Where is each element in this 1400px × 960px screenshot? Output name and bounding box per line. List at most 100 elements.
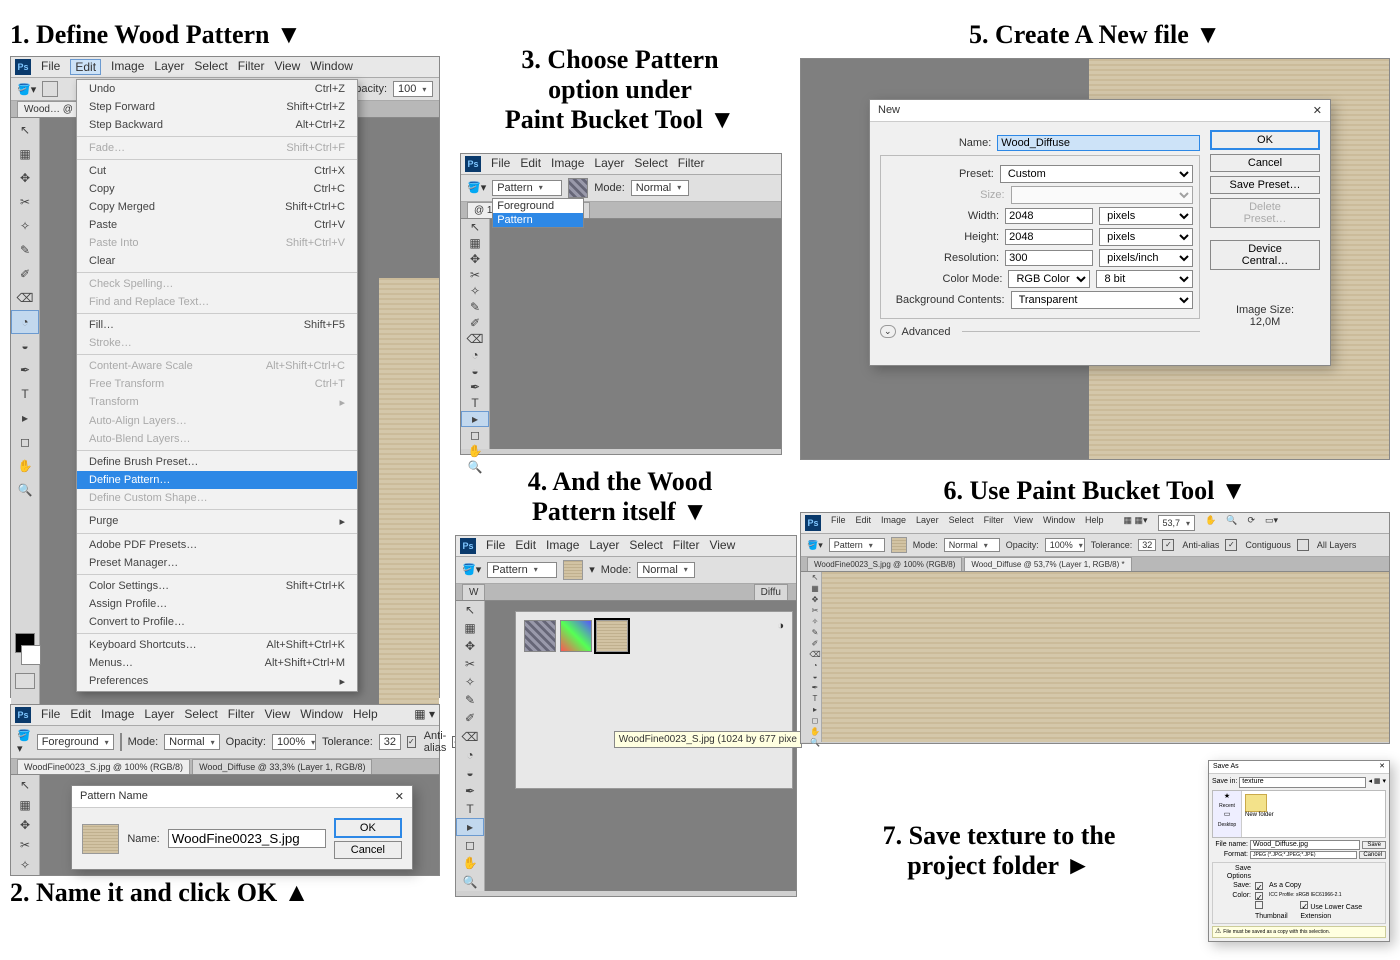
filename-input[interactable]: Wood_Diffuse.jpg: [1250, 840, 1360, 850]
name-input[interactable]: [997, 135, 1200, 151]
doc-tab-2[interactable]: Diffu: [754, 584, 788, 600]
tool-button[interactable]: 🔍: [461, 459, 489, 475]
menu-image[interactable]: Image: [101, 707, 134, 723]
tool-button[interactable]: ✐: [11, 262, 39, 286]
tool-button[interactable]: T: [456, 800, 484, 818]
pattern-thumb-1[interactable]: [524, 620, 556, 652]
bitdepth-select[interactable]: 8 bit: [1096, 270, 1193, 288]
menu-item[interactable]: Preferences▸: [77, 672, 357, 691]
pattern-thumb-2[interactable]: [560, 620, 592, 652]
ok-button[interactable]: OK: [1210, 130, 1320, 150]
tool-button[interactable]: ▦: [461, 235, 489, 251]
menu-edit[interactable]: Edit: [70, 707, 91, 723]
tool-button[interactable]: ✥: [461, 251, 489, 267]
menu-filter[interactable]: Filter: [238, 59, 265, 75]
resolution-input[interactable]: [1005, 250, 1093, 266]
menu-layer[interactable]: Layer: [594, 156, 624, 172]
hand-icon[interactable]: ✋: [1205, 515, 1216, 531]
menu-image[interactable]: Image: [111, 59, 144, 75]
panel-menu-icon[interactable]: ◑: [777, 620, 784, 652]
pattern-thumb-wood[interactable]: [596, 620, 628, 652]
tool-button[interactable]: ✥: [11, 815, 39, 835]
name-input[interactable]: [168, 829, 326, 848]
menu-file[interactable]: File: [831, 515, 846, 531]
menu-item[interactable]: Purge▸: [77, 512, 357, 531]
menu-file[interactable]: File: [486, 538, 505, 554]
menu-view[interactable]: View: [1014, 515, 1033, 531]
menu-file[interactable]: File: [491, 156, 510, 172]
opacity-field[interactable]: 100%: [1045, 538, 1085, 552]
tool-button[interactable]: ✎: [461, 299, 489, 315]
mode-select[interactable]: Normal: [631, 180, 689, 196]
device-central-button[interactable]: Device Central…: [1210, 240, 1320, 270]
tool-button[interactable]: ▸: [11, 406, 39, 430]
tool-button[interactable]: ↖: [11, 775, 39, 795]
bgcontents-select[interactable]: Transparent: [1011, 291, 1193, 309]
tolerance-field[interactable]: 32: [379, 734, 401, 750]
tool-button[interactable]: ◻: [456, 836, 484, 854]
tool-button[interactable]: ▦: [456, 619, 484, 637]
tool-button[interactable]: ◔: [456, 746, 484, 764]
cancel-button[interactable]: Cancel: [334, 841, 402, 859]
menu-filter[interactable]: Filter: [984, 515, 1004, 531]
menu-item[interactable]: Menus…Alt+Shift+Ctrl+M: [77, 654, 357, 672]
width-input[interactable]: [1005, 208, 1093, 224]
tool-button[interactable]: ⌫: [461, 331, 489, 347]
doc-tab-1[interactable]: WoodFine0023_S.jpg @ 100% (RGB/8): [807, 557, 962, 571]
pattern-swatch[interactable]: [568, 178, 588, 198]
menu-select[interactable]: Select: [194, 59, 227, 75]
tool-button[interactable]: ◒: [456, 764, 484, 782]
tool-button[interactable]: ✐: [456, 709, 484, 727]
bucket-icon[interactable]: 🪣▾: [462, 563, 481, 576]
menu-item[interactable]: Adobe PDF Presets…: [77, 536, 357, 554]
tool-button[interactable]: ◒: [461, 363, 489, 379]
tool-button[interactable]: T: [11, 382, 39, 406]
menu-item[interactable]: Convert to Profile…: [77, 613, 357, 631]
doc-tab-1[interactable]: WoodFine0023_S.jpg @ 100% (RGB/8): [17, 759, 190, 774]
menu-item[interactable]: Fill…Shift+F5: [77, 316, 357, 334]
tool-button[interactable]: 🔍: [456, 873, 484, 891]
tool-button[interactable]: ✧: [11, 214, 39, 238]
fill-select[interactable]: Pattern: [487, 562, 557, 578]
menu-item[interactable]: Copy MergedShift+Ctrl+C: [77, 198, 357, 216]
menu-image[interactable]: Image: [881, 515, 906, 531]
menu-item[interactable]: Step BackwardAlt+Ctrl+Z: [77, 116, 357, 134]
tool-button[interactable]: ◒: [11, 334, 39, 358]
menu-layer[interactable]: Layer: [589, 538, 619, 554]
menu-filter[interactable]: Filter: [678, 156, 705, 172]
menu-image[interactable]: Image: [551, 156, 584, 172]
menu-select[interactable]: Select: [629, 538, 662, 554]
tool-button[interactable]: ◻: [461, 427, 489, 443]
tool-button[interactable]: 🔍: [11, 478, 39, 502]
close-icon[interactable]: ✕: [1379, 763, 1385, 771]
menu-layer[interactable]: Layer: [154, 59, 184, 75]
bucket-icon[interactable]: 🪣▾: [467, 181, 486, 194]
tool-button[interactable]: ✧: [11, 855, 39, 875]
menu-item[interactable]: CutCtrl+X: [77, 162, 357, 180]
menu-item[interactable]: CopyCtrl+C: [77, 180, 357, 198]
menu-window[interactable]: Window: [310, 59, 353, 75]
zoom-field[interactable]: 53,7: [1158, 515, 1196, 531]
menu-edit[interactable]: Edit: [520, 156, 541, 172]
screen-icon[interactable]: ▭▾: [1265, 515, 1278, 531]
pattern-swatch[interactable]: [891, 537, 907, 553]
antialias-checkbox[interactable]: ✓: [407, 736, 416, 748]
menu-file[interactable]: File: [41, 707, 60, 723]
tool-button[interactable]: ↖: [461, 219, 489, 235]
fill-option-pattern[interactable]: Pattern: [493, 213, 583, 227]
alllayers-checkbox[interactable]: [1297, 539, 1309, 551]
menu-view[interactable]: View: [264, 707, 290, 723]
menu-window[interactable]: Window: [300, 707, 343, 723]
tool-button[interactable]: ✥: [456, 637, 484, 655]
menu-select[interactable]: Select: [949, 515, 974, 531]
tool-button[interactable]: ▸: [456, 818, 484, 836]
tool-button[interactable]: ✎: [11, 238, 39, 262]
menu-select[interactable]: Select: [184, 707, 217, 723]
tool-button[interactable]: ✂: [11, 835, 39, 855]
menu-item[interactable]: PasteCtrl+V: [77, 216, 357, 234]
format-select[interactable]: JPEG (*.JPG;*.JPEG;*.JPE): [1250, 851, 1357, 859]
tool-button[interactable]: ✂: [456, 655, 484, 673]
menu-layer[interactable]: Layer: [916, 515, 939, 531]
bg-color-swatch[interactable]: [21, 645, 41, 665]
tool-button[interactable]: T: [461, 395, 489, 411]
